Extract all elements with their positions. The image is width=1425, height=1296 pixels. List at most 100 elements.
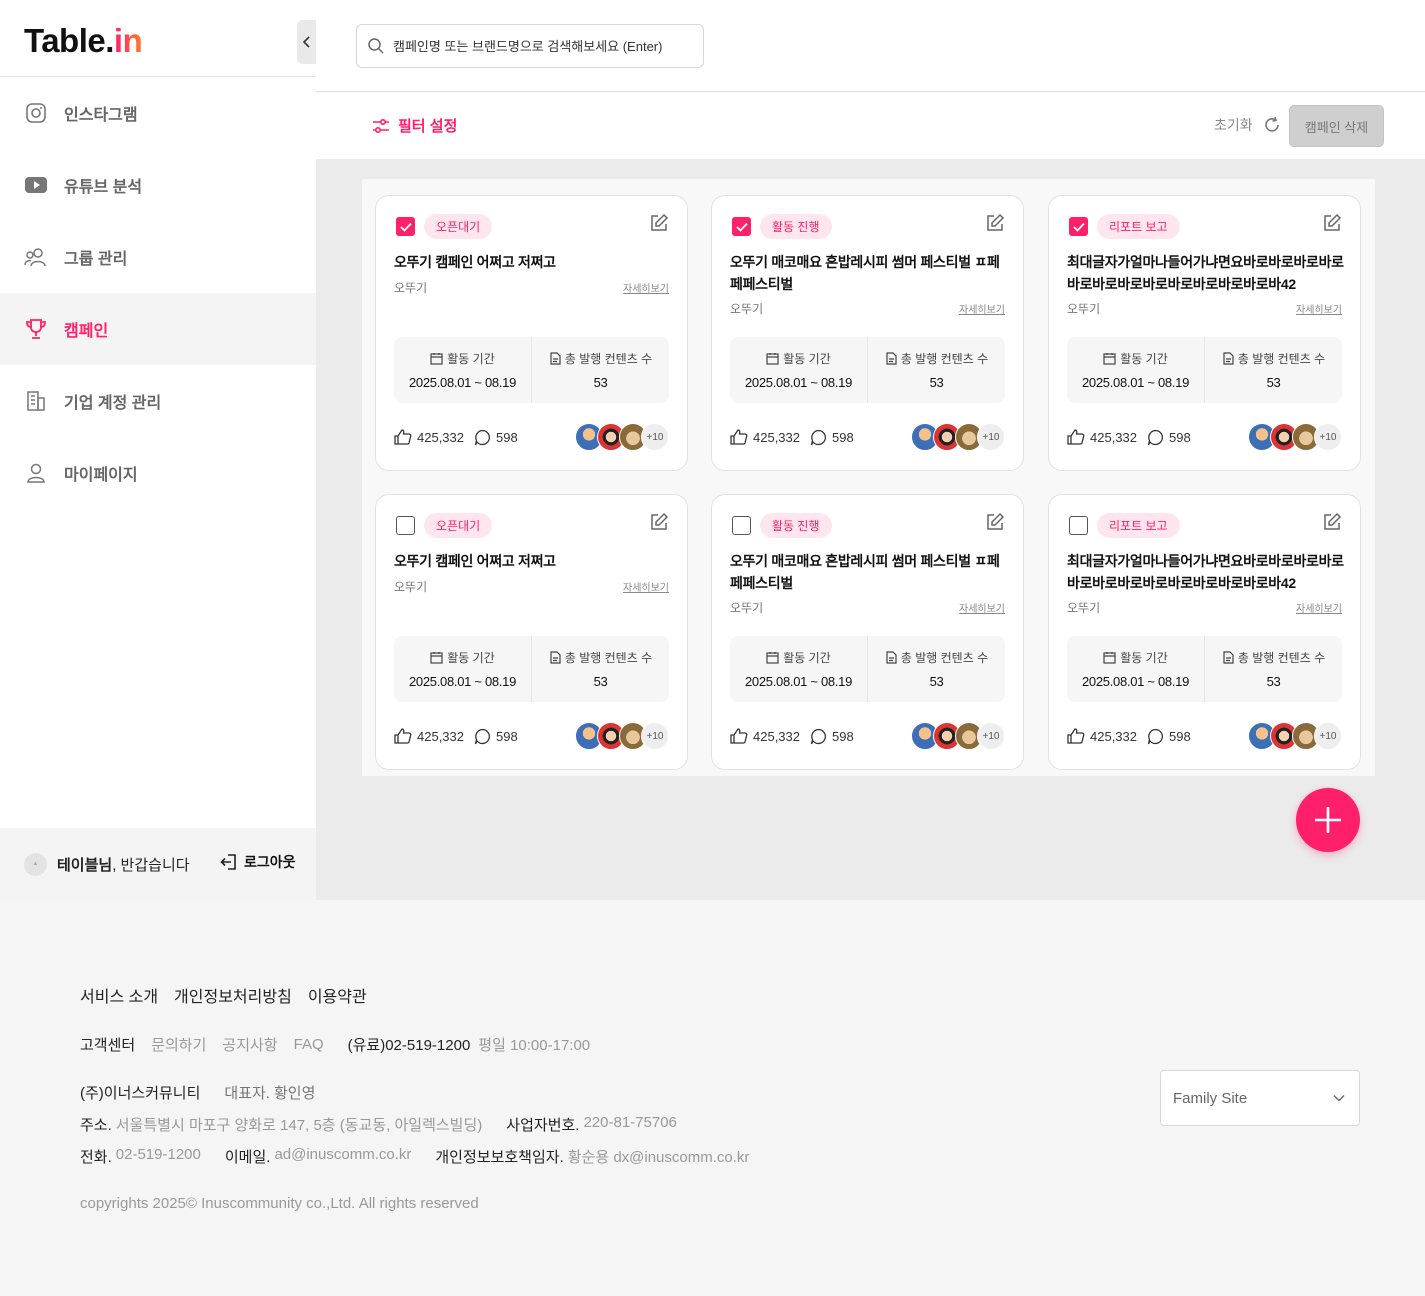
comments-metric: 598 (1147, 728, 1191, 745)
sidebar-item-youtube[interactable]: 유튜브 분석 (0, 149, 316, 221)
detail-link[interactable]: 자세히보기 (623, 579, 669, 594)
campaign-card[interactable]: 오픈대기 오뚜기 캠페인 어쩌고 저쩌고 오뚜기 자세히보기 활동 기간 202… (375, 494, 688, 770)
cs-label: 고객센터 (80, 1037, 136, 1054)
detail-link[interactable]: 자세히보기 (959, 600, 1005, 615)
edit-button[interactable] (649, 213, 669, 238)
logo[interactable]: Table.in (24, 22, 143, 60)
sidebar-item-label: 인스타그램 (64, 107, 138, 124)
cs-link-faq[interactable]: FAQ (294, 1036, 324, 1053)
campaign-card[interactable]: 오픈대기 오뚜기 캠페인 어쩌고 저쩌고 오뚜기 자세히보기 활동 기간 202… (375, 195, 688, 471)
campaign-metrics: 425,332 598 (1067, 428, 1201, 446)
status-badge: 리포트 보고 (1097, 214, 1180, 239)
campaign-grid: 오픈대기 오뚜기 캠페인 어쩌고 저쩌고 오뚜기 자세히보기 활동 기간 202… (362, 179, 1375, 776)
campaign-brand: 오뚜기 (1067, 601, 1101, 615)
detail-link[interactable]: 자세히보기 (623, 280, 669, 295)
edit-button[interactable] (985, 512, 1005, 537)
footer-link-terms[interactable]: 이용약관 (308, 983, 367, 1007)
document-icon (550, 651, 561, 664)
footer-link-privacy[interactable]: 개인정보처리방침 (174, 983, 292, 1007)
campaign-card[interactable]: 리포트 보고 최대글자가얼마나들어가냐면요바로바로바로바로바로바로바로바로바로바… (1048, 494, 1361, 770)
period-label: 활동 기간 (430, 649, 495, 666)
campaign-stats: 활동 기간 2025.08.01 ~ 08.19 총 발행 컨텐츠 수 53 (1067, 636, 1342, 702)
campaign-card[interactable]: 활동 진행 오뚜기 매코매요 혼밥레시피 썸머 페스티벌 ㅍ페페페스티벌 오뚜기… (711, 494, 1024, 770)
comments-metric: 598 (810, 429, 854, 446)
campaign-checkbox[interactable] (732, 516, 751, 535)
ceo-label: 대표자. (224, 1085, 270, 1102)
trophy-icon (24, 317, 48, 341)
sidebar-item-label: 기업 계정 관리 (64, 395, 162, 412)
main-content: 오픈대기 오뚜기 캠페인 어쩌고 저쩌고 오뚜기 자세히보기 활동 기간 202… (316, 159, 1425, 900)
address-value: 서울특별시 마포구 양화로 147, 5층 (동교동, 아일렉스빌딩) (115, 1117, 483, 1134)
period-stat: 활동 기간 2025.08.01 ~ 08.19 (1067, 337, 1204, 403)
instagram-icon (24, 101, 48, 125)
contents-value: 53 (929, 375, 944, 390)
comment-icon (1147, 429, 1164, 445)
sidebar-item-mypage[interactable]: 마이페이지 (0, 437, 316, 509)
filter-settings-button[interactable]: 필터 설정 (372, 115, 457, 136)
contents-stat: 총 발행 컨텐츠 수 53 (531, 636, 669, 702)
edit-button[interactable] (985, 213, 1005, 238)
search-input[interactable] (393, 38, 683, 54)
sidebar-item-instagram[interactable]: 인스타그램 (0, 77, 316, 149)
thumbs-up-icon (730, 728, 748, 744)
campaign-checkbox[interactable] (1069, 516, 1088, 535)
logout-icon (220, 854, 236, 870)
edit-button[interactable] (1322, 512, 1342, 537)
influencer-avatars[interactable]: +10 (575, 722, 669, 750)
detail-link[interactable]: 자세히보기 (959, 301, 1005, 316)
contents-label: 총 발행 컨텐츠 수 (885, 350, 988, 367)
document-icon (886, 651, 897, 664)
period-label: 활동 기간 (766, 350, 831, 367)
thumbs-up-icon (394, 429, 412, 445)
campaign-brand: 오뚜기 (394, 281, 428, 295)
edit-button[interactable] (649, 512, 669, 537)
detail-link[interactable]: 자세히보기 (1296, 600, 1342, 615)
avatar-more-count: +10 (977, 722, 1005, 750)
company-name: (주)이너스커뮤니티 (80, 1085, 201, 1102)
campaign-title: 오뚜기 캠페인 어쩌고 저쩌고 (394, 254, 556, 270)
email-value: ad@inuscomm.co.kr (274, 1146, 412, 1163)
campaign-checkbox[interactable] (1069, 217, 1088, 236)
campaign-checkbox[interactable] (396, 516, 415, 535)
sidebar-item-campaign[interactable]: 캠페인 (0, 293, 316, 365)
campaign-checkbox[interactable] (732, 217, 751, 236)
family-site-select[interactable]: Family Site (1160, 1070, 1360, 1126)
company-row: (주)이너스커뮤니티 대표자. 황인영 (80, 1082, 315, 1103)
campaign-title: 오뚜기 매코매요 혼밥레시피 썸머 페스티벌 ㅍ페페페스티벌 (730, 254, 1000, 292)
detail-link[interactable]: 자세히보기 (1296, 301, 1342, 316)
cs-hours: 평일 10:00-17:00 (478, 1037, 591, 1054)
footer-link-about[interactable]: 서비스 소개 (80, 983, 158, 1007)
comment-icon (1147, 728, 1164, 744)
cs-link-notice[interactable]: 공지사항 (222, 1034, 277, 1055)
add-campaign-button[interactable] (1296, 788, 1360, 852)
edit-icon (1324, 512, 1342, 530)
sidebar-collapse-button[interactable] (297, 20, 316, 64)
influencer-avatars[interactable]: +10 (911, 423, 1005, 451)
cs-link-inquiry[interactable]: 문의하기 (151, 1034, 206, 1055)
sidebar-item-group[interactable]: 그룹 관리 (0, 221, 316, 293)
likes-metric: 425,332 (1067, 727, 1137, 745)
footer-links: 서비스 소개 개인정보처리방침 이용약관 (80, 983, 383, 1007)
campaign-metrics: 425,332 598 (730, 727, 864, 745)
user-icon (24, 461, 48, 485)
chevron-down-icon (1333, 1095, 1345, 1102)
contents-label: 총 발행 컨텐츠 수 (1222, 649, 1325, 666)
influencer-avatars[interactable]: +10 (1248, 423, 1342, 451)
reset-button[interactable]: 초기화 (1214, 115, 1281, 135)
influencer-avatars[interactable]: +10 (575, 423, 669, 451)
calendar-icon (1103, 652, 1116, 664)
sidebar-item-label: 유튜브 분석 (64, 179, 143, 196)
campaign-stats: 활동 기간 2025.08.01 ~ 08.19 총 발행 컨텐츠 수 53 (730, 337, 1005, 403)
influencer-avatars[interactable]: +10 (911, 722, 1005, 750)
period-label: 활동 기간 (1103, 649, 1168, 666)
campaign-card[interactable]: 활동 진행 오뚜기 매코매요 혼밥레시피 썸머 페스티벌 ㅍ페페페스티벌 오뚜기… (711, 195, 1024, 471)
edit-button[interactable] (1322, 213, 1342, 238)
sidebar-item-company[interactable]: 기업 계정 관리 (0, 365, 316, 437)
campaign-card[interactable]: 리포트 보고 최대글자가얼마나들어가냐면요바로바로바로바로바로바로바로바로바로바… (1048, 195, 1361, 471)
delete-campaign-button[interactable]: 캠페인 삭제 (1289, 105, 1384, 147)
logout-button[interactable]: 로그아웃 (220, 852, 296, 872)
family-site-label: Family Site (1173, 1089, 1248, 1107)
email-label: 이메일. (224, 1149, 271, 1166)
campaign-checkbox[interactable] (396, 217, 415, 236)
influencer-avatars[interactable]: +10 (1248, 722, 1342, 750)
